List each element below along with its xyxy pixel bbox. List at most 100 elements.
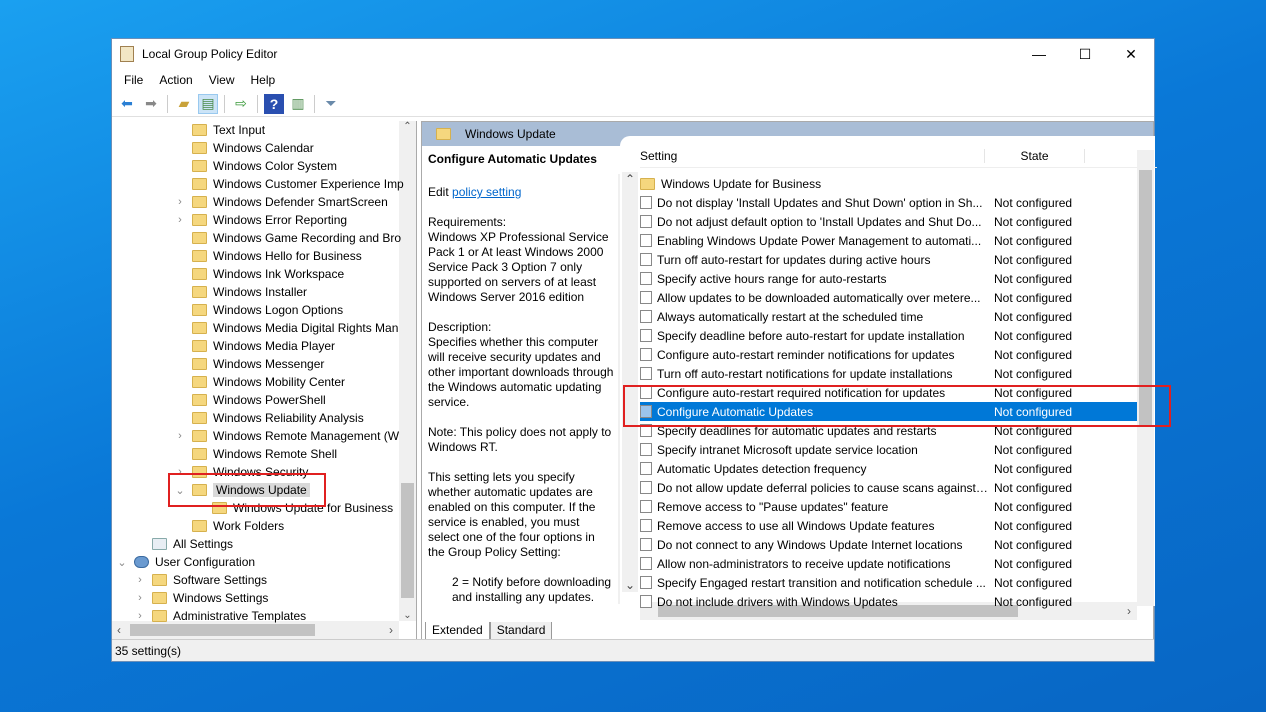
list-folder-item[interactable]: Windows Update for Business xyxy=(640,174,1137,193)
tree-item[interactable]: Windows Media Digital Rights Man xyxy=(192,319,398,337)
tree-item[interactable]: Windows Color System xyxy=(192,157,337,175)
tree-item[interactable]: › Administrative Templates xyxy=(138,607,306,625)
tree-item[interactable]: Windows Customer Experience Imp xyxy=(192,175,404,193)
tab-standard[interactable]: Standard xyxy=(489,622,553,640)
tree-vertical-scrollbar[interactable]: ⌃ ⌄ xyxy=(399,121,416,621)
setting-row[interactable]: Turn off auto-restart for updates during… xyxy=(640,250,1137,269)
scroll-up-icon[interactable]: ⌃ xyxy=(399,121,416,132)
filter-icon[interactable]: ⏷ xyxy=(321,94,341,114)
tree-item[interactable]: Windows Game Recording and Bro xyxy=(192,229,401,247)
tree-item-label: Software Settings xyxy=(173,573,268,587)
setting-state: Not configured xyxy=(994,233,1073,248)
setting-row[interactable]: Specify active hours range for auto-rest… xyxy=(640,269,1137,288)
scroll-up-icon[interactable]: ⌃ xyxy=(622,172,638,186)
help-icon[interactable]: ? xyxy=(264,93,284,114)
show-action-pane-icon[interactable]: ▥ xyxy=(288,94,308,114)
setting-row[interactable]: Allow non-administrators to receive upda… xyxy=(640,554,1137,573)
chevron-right-icon[interactable]: › xyxy=(134,610,146,622)
maximize-button[interactable]: ☐ xyxy=(1062,39,1108,69)
menu-action[interactable]: Action xyxy=(151,73,200,87)
setting-row[interactable]: Remove access to "Pause updates" feature… xyxy=(640,497,1137,516)
tree-item[interactable]: › Windows Error Reporting xyxy=(178,211,347,229)
chevron-down-icon[interactable]: ⌄ xyxy=(116,556,128,569)
show-hide-tree-icon[interactable]: ▤ xyxy=(198,93,218,114)
scroll-thumb[interactable] xyxy=(401,483,414,598)
tab-extended[interactable]: Extended xyxy=(425,622,490,640)
back-icon[interactable]: ⬅ xyxy=(117,94,137,114)
policy-setting-icon xyxy=(640,310,652,323)
setting-row[interactable]: Enabling Windows Update Power Management… xyxy=(640,231,1137,250)
user-icon xyxy=(134,556,149,568)
setting-name: Configure auto-restart reminder notifica… xyxy=(657,347,955,362)
chevron-right-icon[interactable]: › xyxy=(174,214,186,226)
tree-item[interactable]: Windows Hello for Business xyxy=(192,247,362,265)
tree-item[interactable]: Windows Installer xyxy=(192,283,307,301)
tree-item[interactable]: Work Folders xyxy=(192,517,284,535)
close-button[interactable]: ✕ xyxy=(1108,39,1154,69)
scroll-down-icon[interactable]: ⌄ xyxy=(622,578,638,592)
tree-item[interactable]: ⌄ User Configuration xyxy=(117,553,255,571)
setting-row[interactable]: Specify intranet Microsoft update servic… xyxy=(640,440,1137,459)
tree-item[interactable]: All Settings xyxy=(152,535,233,553)
folder-icon xyxy=(192,376,207,388)
setting-state: Not configured xyxy=(994,594,1073,609)
toolbar-separator xyxy=(167,94,168,113)
setting-row[interactable]: Configure auto-restart reminder notifica… xyxy=(640,345,1137,364)
chevron-right-icon[interactable]: › xyxy=(134,574,146,586)
scroll-down-icon[interactable]: ⌄ xyxy=(399,610,416,621)
tree-item[interactable]: Windows Logon Options xyxy=(192,301,343,319)
setting-row[interactable]: Do not allow update deferral policies to… xyxy=(640,478,1137,497)
list-vertical-scrollbar[interactable] xyxy=(1137,150,1154,606)
tree-item[interactable]: Windows PowerShell xyxy=(192,391,326,409)
tree-item[interactable]: › Windows Defender SmartScreen xyxy=(178,193,388,211)
folder-icon xyxy=(192,268,207,280)
setting-row[interactable]: Specify Engaged restart transition and n… xyxy=(640,573,1137,592)
tree-item[interactable]: › Software Settings xyxy=(138,571,268,589)
setting-row[interactable]: Specify deadline before auto-restart for… xyxy=(640,326,1137,345)
description-text: Description: Specifies whether this comp… xyxy=(428,320,614,409)
setting-row[interactable]: Allow updates to be downloaded automatic… xyxy=(640,288,1137,307)
tree-item[interactable]: Windows Messenger xyxy=(192,355,324,373)
scroll-right-icon[interactable]: › xyxy=(389,623,393,637)
tree-item-label: Work Folders xyxy=(213,519,285,533)
chevron-right-icon[interactable]: › xyxy=(174,430,186,442)
menu-file[interactable]: File xyxy=(116,73,151,87)
setting-row[interactable]: Automatic Updates detection frequency Not… xyxy=(640,459,1137,478)
policy-title: Configure Automatic Updates xyxy=(428,152,597,166)
setting-name: Turn off auto-restart for updates during… xyxy=(657,252,931,267)
chevron-right-icon[interactable]: › xyxy=(134,592,146,604)
setting-state: Not configured xyxy=(994,309,1073,324)
tree-item[interactable]: Windows Remote Shell xyxy=(192,445,337,463)
scroll-left-icon[interactable]: ‹ xyxy=(117,623,121,637)
policy-setting-icon xyxy=(640,557,652,570)
minimize-button[interactable]: — xyxy=(1016,39,1062,69)
menu-help[interactable]: Help xyxy=(243,73,284,87)
tree-item[interactable]: Windows Media Player xyxy=(192,337,335,355)
tree-item[interactable]: › Windows Settings xyxy=(138,589,268,607)
tree-item[interactable]: Windows Reliability Analysis xyxy=(192,409,364,427)
export-list-icon[interactable]: ⇨ xyxy=(231,94,251,114)
edit-policy-link[interactable]: policy setting xyxy=(452,185,521,199)
setting-row[interactable]: Do not adjust default option to 'Install… xyxy=(640,212,1137,231)
setting-row[interactable]: Do not connect to any Windows Update Int… xyxy=(640,535,1137,554)
folder-icon xyxy=(436,128,451,140)
chevron-right-icon[interactable]: › xyxy=(174,196,186,208)
setting-row[interactable]: Always automatically restart at the sche… xyxy=(640,307,1137,326)
tree-item[interactable]: Windows Mobility Center xyxy=(192,373,345,391)
tree-item[interactable]: Windows Ink Workspace xyxy=(192,265,344,283)
tree-item[interactable]: › Windows Remote Management (W xyxy=(178,427,399,445)
setting-row[interactable]: Turn off auto-restart notifications for … xyxy=(640,364,1137,383)
forward-icon[interactable]: ➡ xyxy=(141,94,161,114)
scroll-thumb[interactable] xyxy=(130,624,315,636)
tree-item[interactable]: Text Input xyxy=(192,121,265,139)
setting-row[interactable]: Do not include drivers with Windows Upda… xyxy=(640,592,1137,611)
column-header-setting[interactable]: Setting xyxy=(640,148,985,163)
setting-row[interactable]: Do not display 'Install Updates and Shut… xyxy=(640,193,1137,212)
tree-item-label: Windows Color System xyxy=(213,159,338,173)
policy-setting-icon xyxy=(640,595,652,608)
menu-view[interactable]: View xyxy=(201,73,243,87)
up-folder-icon[interactable]: ▰ xyxy=(174,94,194,114)
tree-item[interactable]: Windows Calendar xyxy=(192,139,314,157)
column-header-state[interactable]: State xyxy=(985,148,1085,163)
setting-row[interactable]: Remove access to use all Windows Update … xyxy=(640,516,1137,535)
